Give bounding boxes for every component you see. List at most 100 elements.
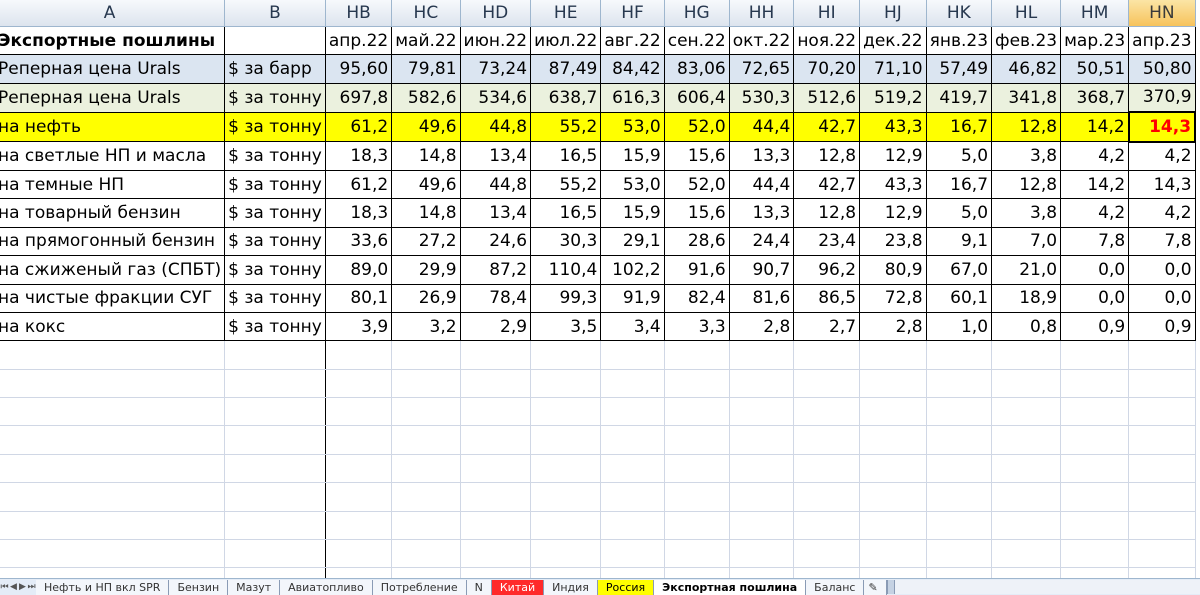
unit-cell[interactable]: $ за тонну [224,312,326,342]
value-cell[interactable]: 70,20 [793,54,861,84]
month-header-cell[interactable]: апр.22 [325,26,393,56]
empty-cell[interactable] [600,567,665,578]
value-cell[interactable]: 24,4 [729,227,795,257]
empty-cell[interactable] [1128,340,1196,370]
value-cell[interactable]: 61,2 [325,170,393,200]
value-cell[interactable]: 91,6 [664,255,730,285]
value-cell[interactable]: 57,49 [926,54,993,84]
empty-cell[interactable] [1128,511,1196,541]
column-header[interactable]: HL [991,0,1062,27]
insert-sheet-icon[interactable]: ✎ [864,579,888,595]
empty-cell[interactable] [926,511,993,541]
value-cell[interactable]: 21,0 [991,255,1062,285]
unit-cell[interactable]: $ за тонну [224,255,326,285]
empty-cell[interactable] [325,454,393,484]
value-cell[interactable]: 43,3 [859,112,927,143]
value-cell[interactable]: 91,9 [600,284,665,313]
value-cell[interactable]: 341,8 [991,83,1062,113]
value-cell[interactable]: 42,7 [793,170,861,200]
month-header-cell[interactable]: май.22 [391,26,461,56]
empty-cell[interactable] [1060,397,1130,427]
empty-cell[interactable] [926,397,993,427]
column-header[interactable]: HB [325,0,393,27]
empty-cell[interactable] [926,369,993,399]
month-header-cell[interactable]: авг.22 [600,26,665,56]
value-cell[interactable]: 82,4 [664,284,730,313]
empty-cell[interactable] [0,567,226,578]
value-cell[interactable]: 15,6 [664,141,730,171]
value-cell[interactable]: 73,24 [460,54,532,84]
empty-cell[interactable] [325,425,393,455]
empty-cell[interactable] [600,482,665,512]
empty-cell[interactable] [991,397,1062,427]
empty-cell[interactable] [793,567,861,578]
empty-cell[interactable] [224,369,326,399]
value-cell[interactable]: 0,0 [1060,284,1130,313]
value-cell[interactable]: 33,6 [325,227,393,257]
empty-cell[interactable] [859,539,927,569]
empty-cell[interactable] [793,511,861,541]
sheet-tab[interactable]: Экспортная пошлина [654,579,807,595]
empty-cell[interactable] [600,340,665,370]
empty-cell[interactable] [1128,482,1196,512]
value-cell[interactable]: 81,6 [729,284,795,313]
column-header[interactable]: A [0,0,226,27]
empty-cell[interactable] [926,539,993,569]
value-cell[interactable]: 29,1 [600,227,665,257]
value-cell[interactable]: 12,9 [859,198,927,228]
value-cell[interactable]: 9,1 [926,227,993,257]
row-label[interactable]: на чистые фракции СУГ [0,284,226,313]
row-label[interactable]: Экспортные пошлины [0,26,226,56]
value-cell[interactable]: 0,9 [1128,312,1196,342]
column-header[interactable]: HF [600,0,665,27]
empty-cell[interactable] [530,454,602,484]
empty-cell[interactable] [530,397,602,427]
empty-cell[interactable] [0,454,226,484]
value-cell[interactable]: 27,2 [391,227,461,257]
value-cell[interactable]: 80,1 [325,284,393,313]
column-header[interactable]: B [224,0,326,27]
month-header-cell[interactable]: фев.23 [991,26,1062,56]
sheet-tab[interactable]: Потребление [372,579,467,595]
empty-cell[interactable] [600,539,665,569]
sheet-tab[interactable]: Авиатопливо [280,579,373,595]
value-cell[interactable]: 0,0 [1060,255,1130,285]
empty-cell[interactable] [926,454,993,484]
empty-cell[interactable] [530,340,602,370]
value-cell[interactable]: 0,9 [1060,312,1130,342]
value-cell[interactable]: 96,2 [793,255,861,285]
value-cell[interactable]: 15,9 [600,141,665,171]
column-header[interactable]: HM [1060,0,1130,27]
empty-cell[interactable] [926,425,993,455]
value-cell[interactable]: 50,51 [1060,54,1130,84]
value-cell[interactable]: 83,06 [664,54,730,84]
empty-cell[interactable] [991,511,1062,541]
unit-cell[interactable] [224,26,326,56]
unit-cell[interactable]: $ за тонну [224,141,326,171]
value-cell[interactable]: 14,2 [1060,170,1130,200]
value-cell[interactable]: 43,3 [859,170,927,200]
sheet-tab[interactable]: N [466,579,492,595]
value-cell[interactable]: 72,8 [859,284,927,313]
empty-cell[interactable] [793,340,861,370]
empty-cell[interactable] [325,511,393,541]
value-cell[interactable]: 71,10 [859,54,927,84]
empty-cell[interactable] [460,369,532,399]
value-cell[interactable]: 14,8 [391,141,461,171]
empty-cell[interactable] [391,567,461,578]
empty-cell[interactable] [460,482,532,512]
empty-cell[interactable] [859,369,927,399]
month-header-cell[interactable]: янв.23 [926,26,993,56]
value-cell[interactable]: 512,6 [793,83,861,113]
value-cell[interactable]: 28,6 [664,227,730,257]
value-cell[interactable]: 53,0 [600,170,665,200]
empty-cell[interactable] [391,369,461,399]
value-cell[interactable]: 16,7 [926,112,993,143]
empty-cell[interactable] [1060,567,1130,578]
value-cell[interactable]: 30,3 [530,227,602,257]
value-cell[interactable]: 102,2 [600,255,665,285]
empty-cell[interactable] [460,539,532,569]
empty-cell[interactable] [664,397,730,427]
empty-cell[interactable] [325,539,393,569]
value-cell[interactable]: 12,8 [991,170,1062,200]
